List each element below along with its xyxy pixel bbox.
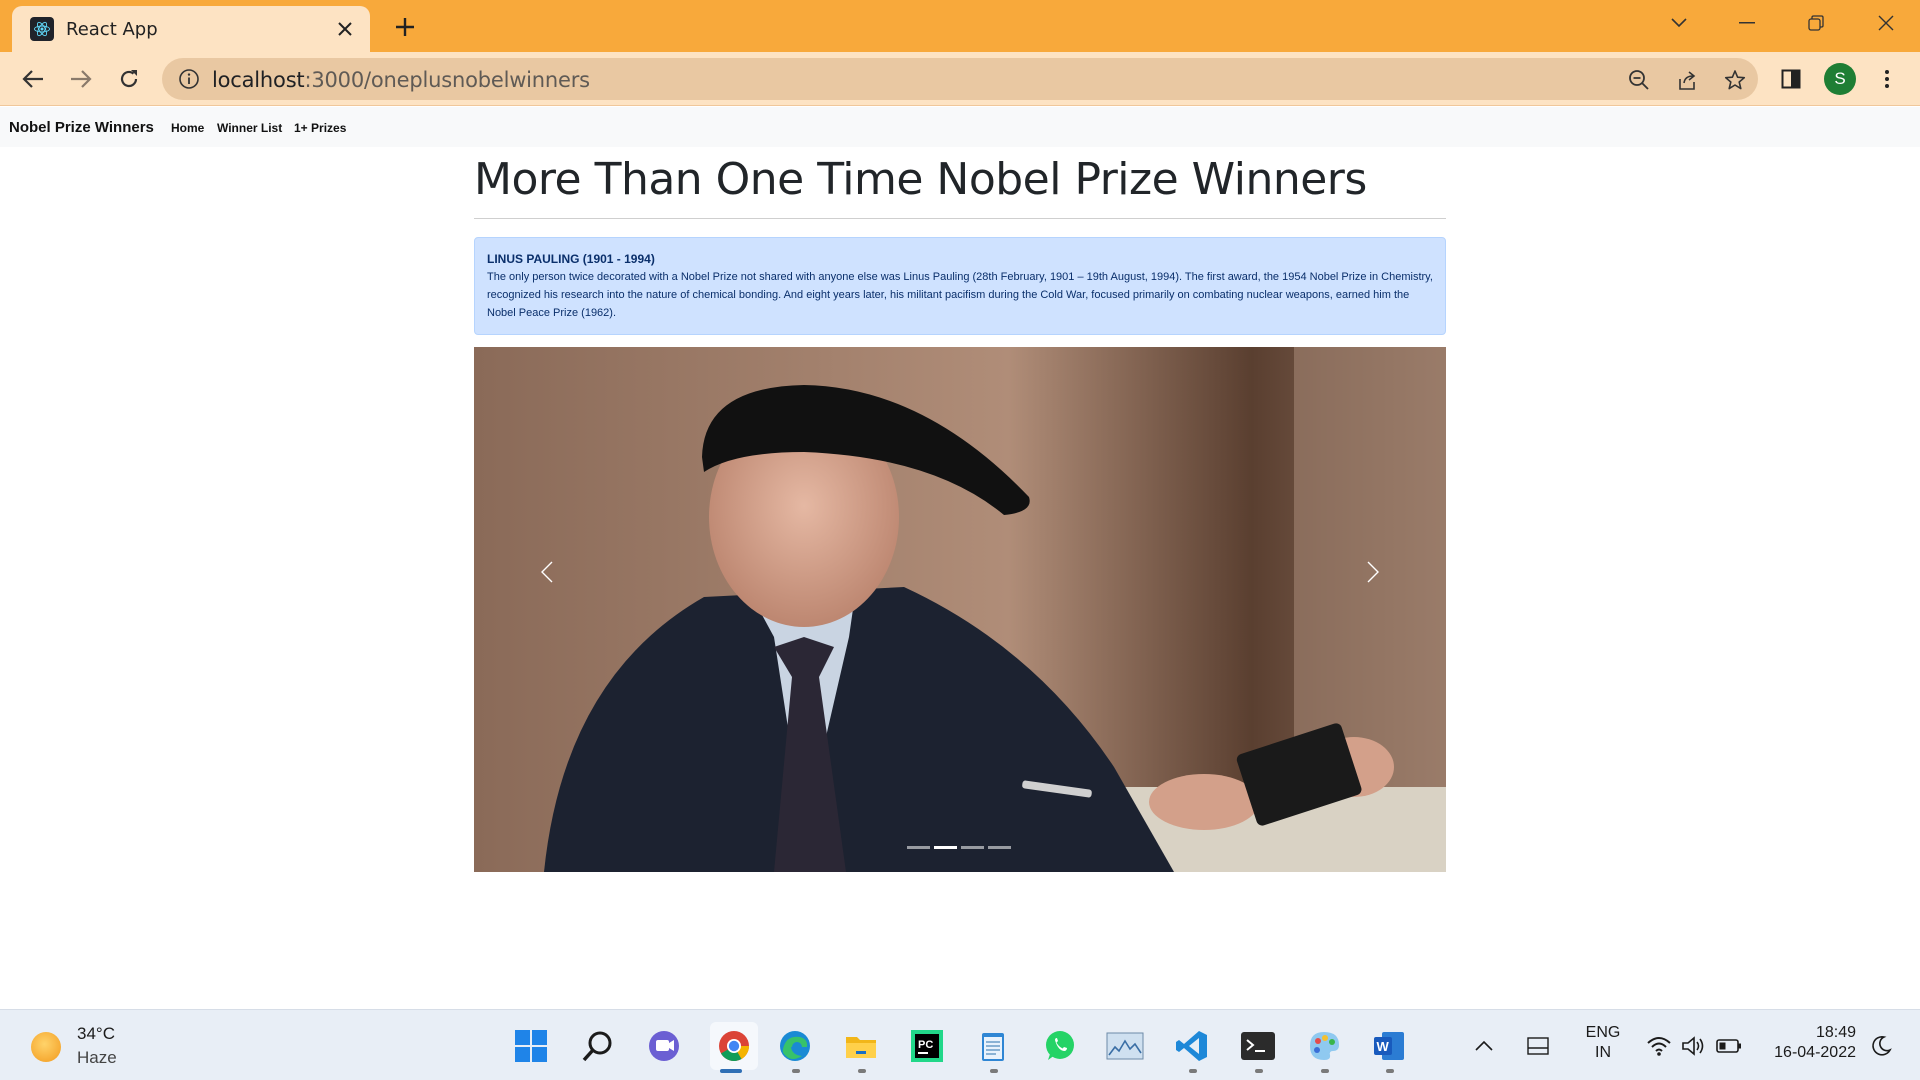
battery-icon[interactable] bbox=[1710, 1027, 1748, 1065]
edge-icon[interactable] bbox=[776, 1027, 814, 1065]
page-title: More Than One Time Nobel Prize Winners bbox=[474, 154, 1367, 205]
clock-time: 18:49 bbox=[1815, 1024, 1856, 1041]
share-icon[interactable] bbox=[1674, 67, 1700, 93]
back-icon[interactable] bbox=[16, 62, 50, 96]
carousel-indicators bbox=[907, 846, 1011, 849]
volume-icon[interactable] bbox=[1675, 1027, 1713, 1065]
side-panel-icon[interactable] bbox=[1774, 62, 1808, 96]
language-region: IN bbox=[1595, 1044, 1611, 1061]
main-container: More Than One Time Nobel Prize Winners L… bbox=[474, 147, 1446, 872]
language-code: ENG bbox=[1585, 1024, 1621, 1041]
vscode-icon[interactable] bbox=[1173, 1027, 1211, 1065]
notepad-icon[interactable] bbox=[974, 1027, 1012, 1065]
running-indicator bbox=[792, 1069, 800, 1073]
image-carousel bbox=[474, 347, 1446, 872]
svg-text:W: W bbox=[1377, 1039, 1390, 1054]
menu-icon[interactable] bbox=[1870, 62, 1904, 96]
wifi-icon[interactable] bbox=[1640, 1027, 1678, 1065]
paint-icon[interactable] bbox=[1305, 1027, 1343, 1065]
reload-icon[interactable] bbox=[112, 62, 146, 96]
weather-haze-icon[interactable] bbox=[31, 1032, 61, 1062]
windows-start-icon[interactable] bbox=[512, 1027, 550, 1065]
alert-body: The only person twice decorated with a N… bbox=[487, 271, 1433, 319]
pycharm-icon[interactable]: PC bbox=[908, 1027, 946, 1065]
info-icon[interactable] bbox=[178, 68, 200, 90]
react-icon bbox=[30, 17, 54, 41]
svg-text:PC: PC bbox=[918, 1039, 933, 1051]
new-tab-button[interactable] bbox=[388, 10, 422, 44]
terminal-icon[interactable] bbox=[1239, 1027, 1277, 1065]
windows-taskbar: 34°C Haze PC W ENG IN 18:49 16-04-2022 bbox=[0, 1009, 1920, 1080]
url-text: localhost:3000/oneplusnobelwinners bbox=[212, 68, 590, 92]
focus-assist-moon-icon[interactable] bbox=[1862, 1027, 1900, 1065]
url-host: localhost bbox=[212, 68, 305, 92]
url-path: :3000/oneplusnobelwinners bbox=[304, 68, 590, 92]
minimize-icon[interactable] bbox=[1727, 8, 1767, 38]
browser-tab-bar: React App bbox=[0, 0, 1920, 52]
chevron-down-icon[interactable] bbox=[1659, 8, 1699, 38]
winner-portrait-image bbox=[474, 347, 1446, 872]
weather-temperature[interactable]: 34°C bbox=[77, 1024, 115, 1044]
keyboard-layout-icon[interactable] bbox=[1519, 1027, 1557, 1065]
profile-avatar[interactable]: S bbox=[1824, 63, 1856, 95]
star-icon[interactable] bbox=[1722, 67, 1748, 93]
file-explorer-icon[interactable] bbox=[842, 1027, 880, 1065]
carousel-indicator[interactable] bbox=[988, 846, 1011, 849]
word-icon[interactable]: W bbox=[1370, 1027, 1408, 1065]
navbar-brand[interactable]: Nobel Prize Winners bbox=[9, 119, 154, 136]
alert-heading: LINUS PAULING (1901 - 1994) bbox=[487, 252, 655, 266]
window-close-icon[interactable] bbox=[1866, 8, 1906, 38]
nav-link-winner-list[interactable]: Winner List bbox=[217, 121, 282, 135]
info-alert: LINUS PAULING (1901 - 1994) The only per… bbox=[474, 237, 1446, 335]
nav-link-multiple-prizes[interactable]: 1+ Prizes bbox=[294, 121, 346, 135]
weather-description[interactable]: Haze bbox=[77, 1048, 117, 1068]
chevron-right-icon bbox=[1367, 561, 1379, 583]
forward-icon[interactable] bbox=[64, 62, 98, 96]
stock-chart-icon[interactable] bbox=[1106, 1027, 1144, 1065]
nav-link-home[interactable]: Home bbox=[171, 121, 204, 135]
browser-toolbar: localhost:3000/oneplusnobelwinners S bbox=[0, 52, 1920, 106]
chevron-up-icon[interactable] bbox=[1465, 1027, 1503, 1065]
whatsapp-icon[interactable] bbox=[1041, 1027, 1079, 1065]
chevron-left-icon bbox=[541, 561, 553, 583]
zoom-icon[interactable] bbox=[1626, 67, 1652, 93]
chrome-icon[interactable] bbox=[710, 1022, 758, 1070]
restore-icon[interactable] bbox=[1796, 8, 1836, 38]
carousel-indicator[interactable] bbox=[907, 846, 930, 849]
address-bar[interactable]: localhost:3000/oneplusnobelwinners bbox=[162, 58, 1758, 100]
clock-date: 16-04-2022 bbox=[1774, 1044, 1856, 1061]
title-divider bbox=[474, 218, 1446, 219]
running-indicator bbox=[1386, 1069, 1394, 1073]
running-indicator bbox=[1189, 1069, 1197, 1073]
running-indicator bbox=[1321, 1069, 1329, 1073]
tab-title: React App bbox=[66, 19, 158, 40]
search-icon[interactable] bbox=[579, 1027, 617, 1065]
app-navbar: Nobel Prize Winners Home Winner List 1+ … bbox=[0, 107, 1920, 147]
active-app-indicator bbox=[720, 1069, 742, 1073]
running-indicator bbox=[990, 1069, 998, 1073]
running-indicator bbox=[858, 1069, 866, 1073]
carousel-next-button[interactable] bbox=[1343, 542, 1403, 602]
close-icon[interactable] bbox=[332, 16, 358, 42]
carousel-indicator-active[interactable] bbox=[934, 846, 957, 849]
language-indicator[interactable]: ENG IN bbox=[1580, 1024, 1626, 1062]
teams-chat-icon[interactable] bbox=[645, 1027, 683, 1065]
carousel-prev-button[interactable] bbox=[517, 542, 577, 602]
running-indicator bbox=[1255, 1069, 1263, 1073]
clock[interactable]: 18:49 16-04-2022 bbox=[1760, 1024, 1856, 1062]
browser-tab[interactable]: React App bbox=[12, 6, 370, 52]
carousel-indicator[interactable] bbox=[961, 846, 984, 849]
